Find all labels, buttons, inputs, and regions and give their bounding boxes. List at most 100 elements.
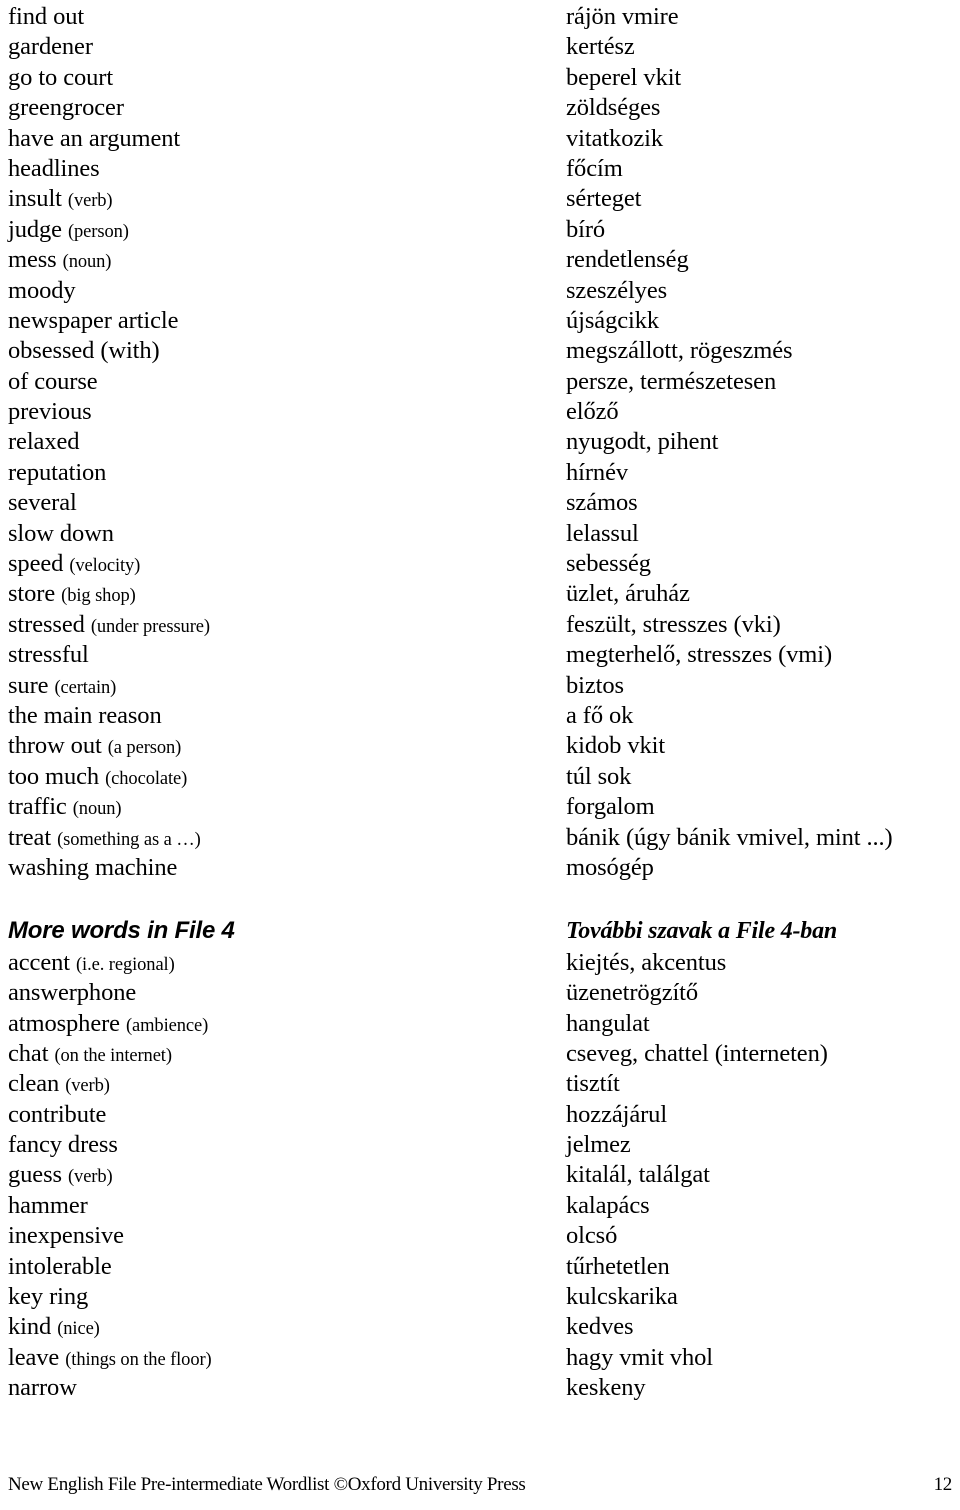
term-text: answerphone: [8, 979, 137, 1007]
wordlist-row: accent (i.e. regional) kiejtés, akcentus: [8, 948, 952, 978]
wordlist-translation-hu: biztos: [566, 671, 624, 699]
term-text: gardener: [8, 33, 93, 61]
wordlist-translation-hu: bánik (úgy bánik vmivel, mint ...): [566, 823, 893, 851]
term-gloss: (noun): [72, 799, 122, 820]
wordlist-translation-hu: számos: [566, 489, 638, 517]
wordlist-term-en: mess (noun): [8, 245, 111, 277]
wordlist-row: gardener kertész: [8, 32, 952, 62]
wordlist-row: inexpensive olcsó: [8, 1221, 952, 1251]
wordlist-term-en: speed (velocity): [8, 549, 140, 581]
section-heading-en: More words in File 4: [8, 916, 235, 944]
term-text: treat: [8, 823, 52, 851]
wordlist-row: speed (velocity) sebesség: [8, 549, 952, 579]
wordlist-translation-hu: sebesség: [566, 550, 651, 578]
wordlist-translation-hu: főcím: [566, 154, 623, 182]
wordlist-term-en: newspaper article: [8, 306, 178, 336]
term-gloss: (things on the floor): [65, 1349, 212, 1370]
wordlist-row: leave (things on the floor) hagy vmit vho…: [8, 1343, 952, 1373]
term-text: throw out: [8, 732, 102, 760]
term-gloss: (i.e. regional): [76, 954, 175, 975]
wordlist-row: guess (verb) kitalál, találgat: [8, 1160, 952, 1190]
wordlist-translation-hu: kidob vkit: [566, 732, 666, 760]
wordlist-translation-hu: szeszélyes: [566, 276, 668, 304]
wordlist-term-en: gardener: [8, 32, 93, 62]
wordlist-term-en: guess (verb): [8, 1160, 113, 1192]
wordlist-term-en: chat (on the internet): [8, 1039, 172, 1071]
page-footer: New English File Pre-intermediate Wordli…: [8, 1472, 952, 1500]
term-text: leave: [8, 1343, 60, 1371]
wordlist-translation-hu: vitatkozik: [566, 124, 663, 152]
section-heading-hu: További szavak a File 4-ban: [566, 917, 838, 944]
section-heading-row: More words in File 4 További szavak a Fil…: [8, 914, 952, 948]
wordlist-translation-hu: olcsó: [566, 1222, 618, 1250]
wordlist-translation-hu: megszállott, rögeszmés: [566, 337, 793, 365]
wordlist-term-en: key ring: [8, 1282, 88, 1312]
wordlist-translation-hu: üzlet, áruház: [566, 580, 690, 608]
wordlist-translation-hu: mosógép: [566, 853, 654, 881]
wordlist-term-en: headlines: [8, 154, 100, 184]
wordlist-translation-hu: bíró: [566, 215, 606, 243]
term-text: insult: [8, 185, 62, 213]
term-gloss: (noun): [62, 252, 112, 273]
wordlist-row: previous előző: [8, 397, 952, 427]
wordlist-row: throw out (a person) kidob vkit: [8, 731, 952, 761]
wordlist-translation-hu: megterhelő, stresszes (vmi): [566, 641, 833, 669]
wordlist-row: too much (chocolate) túl sok: [8, 762, 952, 792]
term-text: inexpensive: [8, 1222, 124, 1250]
wordlist-row: store (big shop) üzlet, áruház: [8, 579, 952, 609]
term-text: relaxed: [8, 428, 80, 456]
wordlist-translation-hu: hírnév: [566, 458, 628, 486]
wordlist-term-en: insult (verb): [8, 184, 113, 216]
wordlist-translation-hu: túl sok: [566, 762, 632, 790]
wordlist-row: key ring kulcskarika: [8, 1282, 952, 1312]
wordlist-row: greengrocer zöldséges: [8, 93, 952, 123]
wordlist-translation-hu: beperel vkit: [566, 63, 682, 91]
page: find out rájön vmire gardener kertész go to …: [0, 0, 960, 1510]
term-gloss: (big shop): [61, 586, 136, 607]
term-text: accent: [8, 948, 70, 976]
wordlist-translation-hu: kalapács: [566, 1191, 650, 1219]
wordlist-translation-hu: hagy vmit vhol: [566, 1343, 713, 1371]
wordlist-term-en: stressed (under pressure): [8, 610, 210, 642]
wordlist-term-en: slow down: [8, 519, 114, 549]
wordlist-row: go to court beperel vkit: [8, 63, 952, 93]
wordlist-term-en: washing machine: [8, 853, 177, 883]
wordlist-term-en: throw out (a person): [8, 731, 181, 763]
wordlist-row: the main reason a fő ok: [8, 701, 952, 731]
term-gloss: (chocolate): [105, 768, 188, 789]
term-text: hammer: [8, 1191, 88, 1219]
term-gloss: (verb): [67, 1167, 113, 1188]
term-gloss: (under pressure): [90, 616, 210, 637]
term-text: reputation: [8, 458, 107, 486]
wordlist-row: stressed (under pressure) feszült, stress…: [8, 610, 952, 640]
term-text: clean: [8, 1070, 60, 1098]
wordlist-row: hammer kalapács: [8, 1191, 952, 1221]
term-text: obsessed (with): [8, 337, 160, 365]
wordlist-row: kind (nice) kedves: [8, 1312, 952, 1342]
term-text: slow down: [8, 519, 114, 547]
term-text: washing machine: [8, 853, 178, 881]
wordlist-translation-hu: a fő ok: [566, 701, 634, 729]
term-text: newspaper article: [8, 306, 179, 334]
wordlist-row: slow down lelassul: [8, 519, 952, 549]
wordlist-row: stressful megterhelő, stresszes (vmi): [8, 640, 952, 670]
wordlist-translation-hu: rájön vmire: [566, 3, 679, 30]
wordlist-translation-hu: zöldséges: [566, 94, 661, 122]
wordlist-term-en: clean (verb): [8, 1069, 110, 1101]
term-text: mess: [8, 246, 57, 274]
wordlist-row: washing machine mosógép: [8, 853, 952, 883]
wordlist-term-en: go to court: [8, 63, 113, 93]
term-gloss: (velocity): [69, 556, 141, 577]
wordlist-translation-hu: újságcikk: [566, 306, 659, 334]
wordlist-row: of course persze, természetesen: [8, 367, 952, 397]
term-gloss: (verb): [65, 1076, 110, 1097]
term-text: greengrocer: [8, 94, 124, 122]
term-text: key ring: [8, 1283, 89, 1311]
wordlist-translation-hu: tisztít: [566, 1070, 620, 1098]
term-gloss: (person): [67, 221, 129, 242]
wordlist-translation-hu: kulcskarika: [566, 1283, 678, 1311]
term-text: stressed: [8, 610, 85, 638]
wordlist-term-en: inexpensive: [8, 1221, 124, 1251]
wordlist-translation-hu: kiejtés, akcentus: [566, 948, 727, 976]
